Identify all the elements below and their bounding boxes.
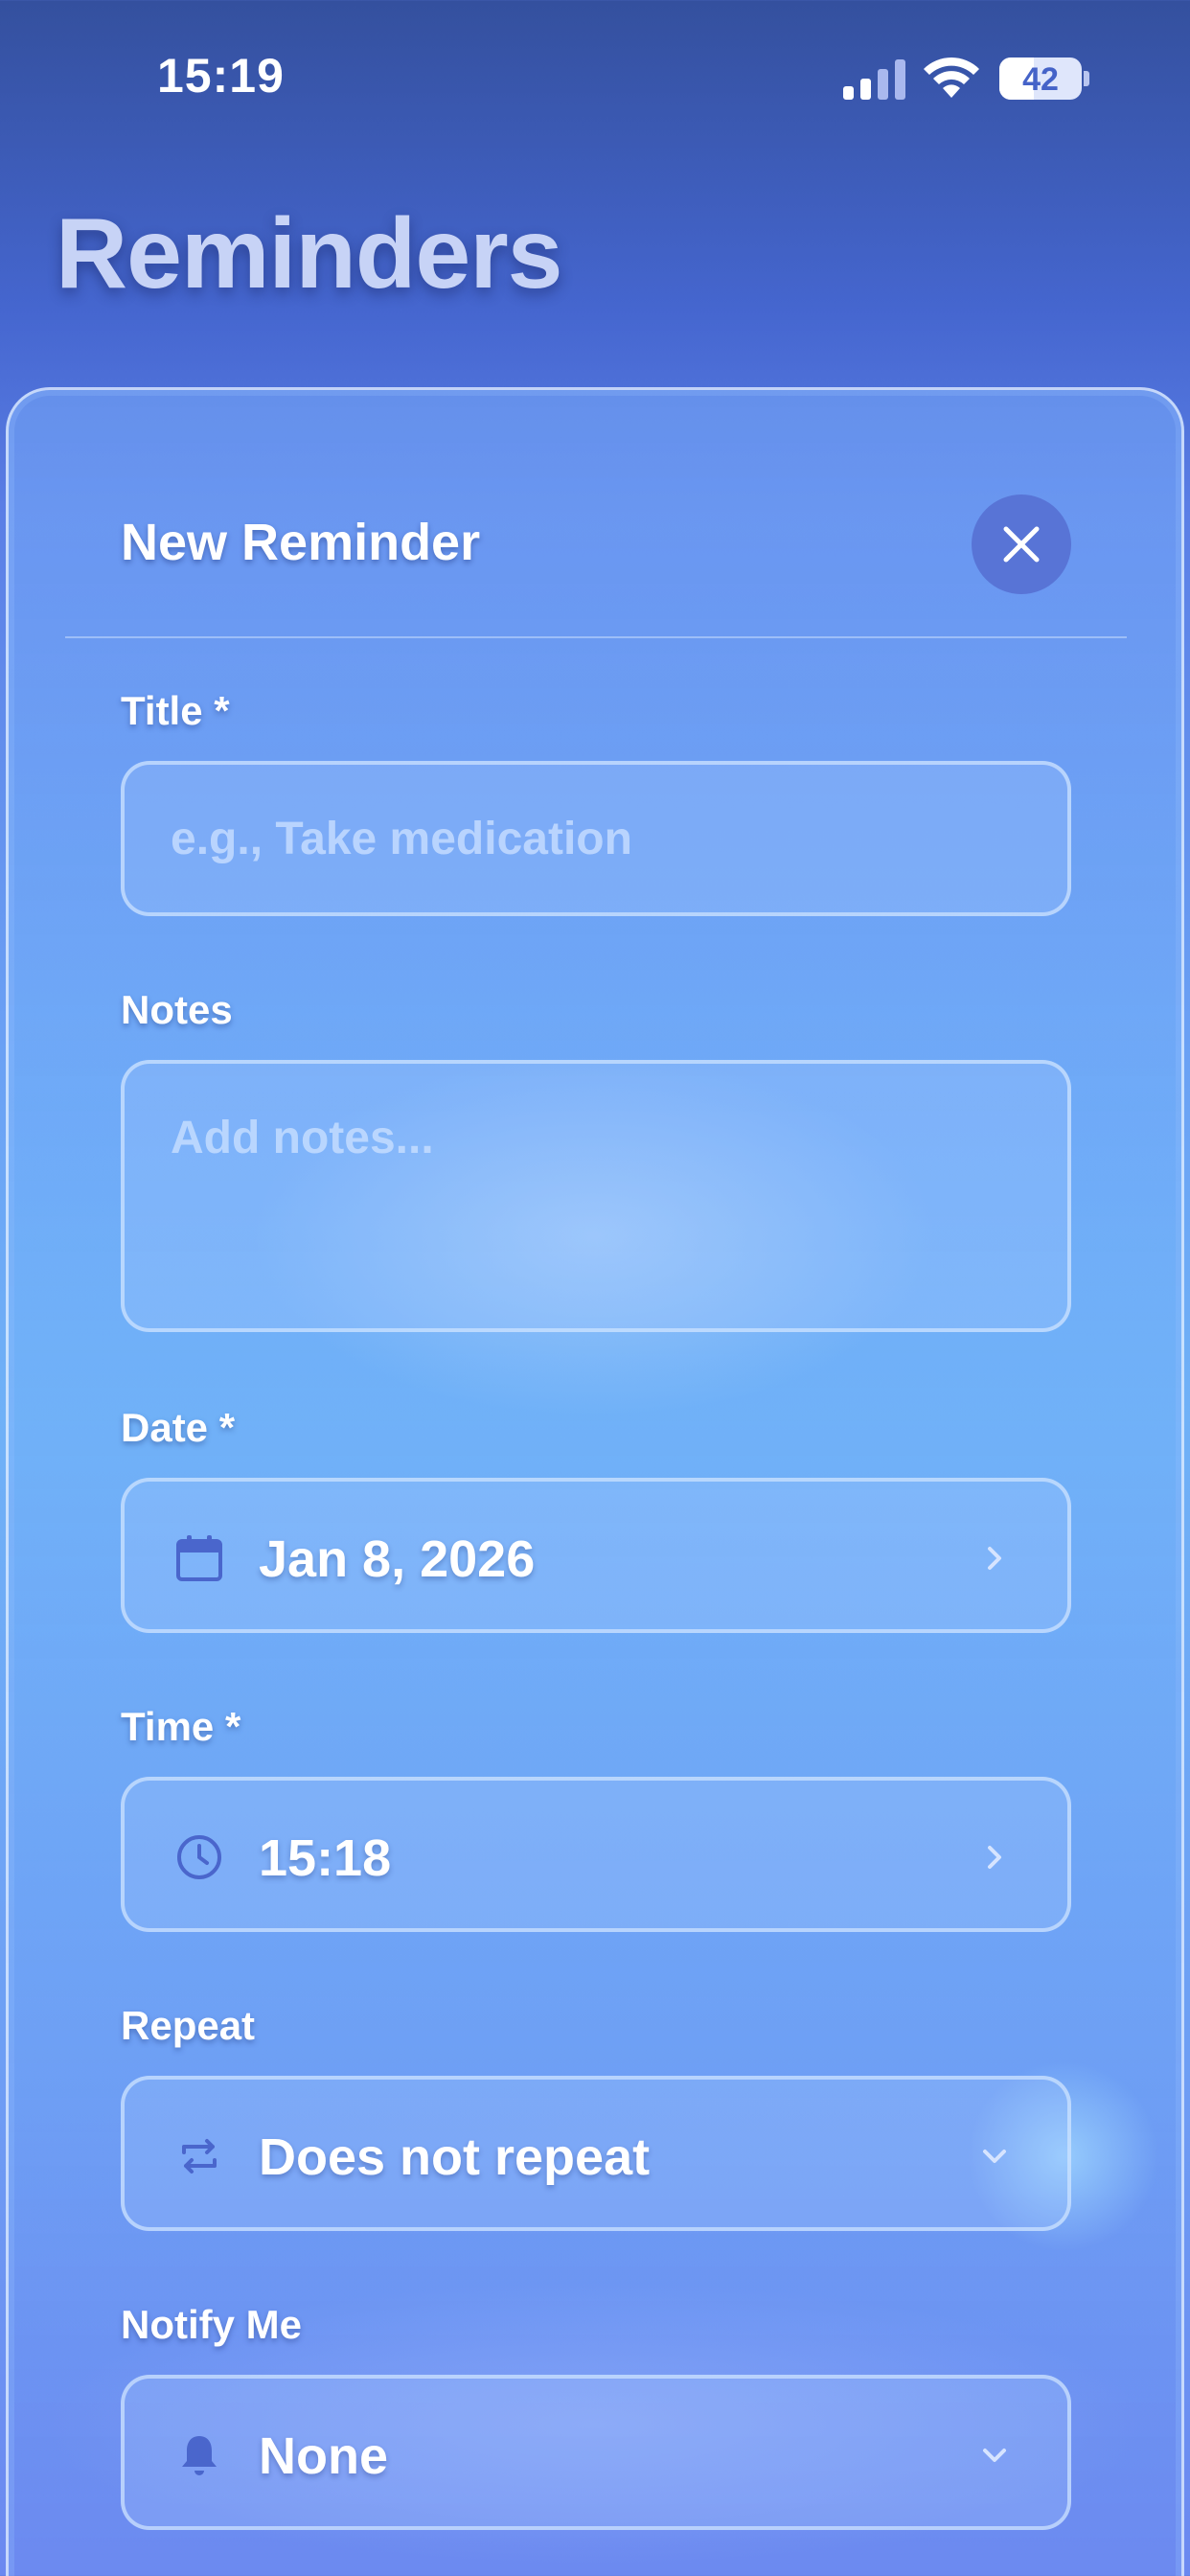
calendar-icon <box>176 1535 222 1581</box>
notify-select[interactable]: None <box>121 2375 1071 2530</box>
sheet-title: New Reminder <box>121 514 481 571</box>
repeat-value: Does not repeat <box>259 2128 651 2186</box>
time-label: Time * <box>121 1704 241 1749</box>
cellular-signal-icon <box>843 59 905 100</box>
battery-tip <box>1084 71 1089 86</box>
notify-label: Notify Me <box>121 2302 302 2347</box>
date-picker[interactable]: Jan 8, 2026 <box>121 1478 1071 1633</box>
status-bar: 15:19 42 <box>0 0 1190 153</box>
page-title: Reminders <box>56 198 563 310</box>
battery-icon: 42 <box>999 58 1082 100</box>
notify-value: None <box>259 2427 388 2485</box>
clock-icon <box>177 1835 221 1879</box>
repeat-select[interactable]: Does not repeat <box>121 2076 1071 2231</box>
chevron-down-icon <box>983 2449 1006 2462</box>
chevron-right-icon <box>988 1846 1001 1869</box>
date-label: Date * <box>121 1405 236 1450</box>
time-picker[interactable]: 15:18 <box>121 1777 1071 1932</box>
notes-label: Notes <box>121 987 233 1032</box>
repeat-icon <box>182 2139 217 2174</box>
title-input[interactable]: e.g., Take medication <box>121 761 1071 916</box>
header-divider <box>65 636 1127 638</box>
notes-placeholder: Add notes... <box>171 1113 434 1163</box>
notes-textarea[interactable]: Add notes... <box>121 1060 1071 1332</box>
title-placeholder: e.g., Take medication <box>171 814 632 864</box>
close-button[interactable] <box>972 494 1071 594</box>
repeat-label: Repeat <box>121 2003 256 2048</box>
wifi-icon <box>924 57 979 98</box>
time-value: 15:18 <box>259 1829 392 1887</box>
date-value: Jan 8, 2026 <box>259 1530 536 1588</box>
battery-level: 42 <box>1022 61 1059 98</box>
chevron-down-icon <box>983 2150 1006 2163</box>
status-time: 15:19 <box>157 49 285 103</box>
chevron-right-icon <box>988 1547 1001 1570</box>
title-label: Title * <box>121 688 230 733</box>
close-icon <box>1003 526 1040 563</box>
bell-icon <box>182 2436 217 2475</box>
